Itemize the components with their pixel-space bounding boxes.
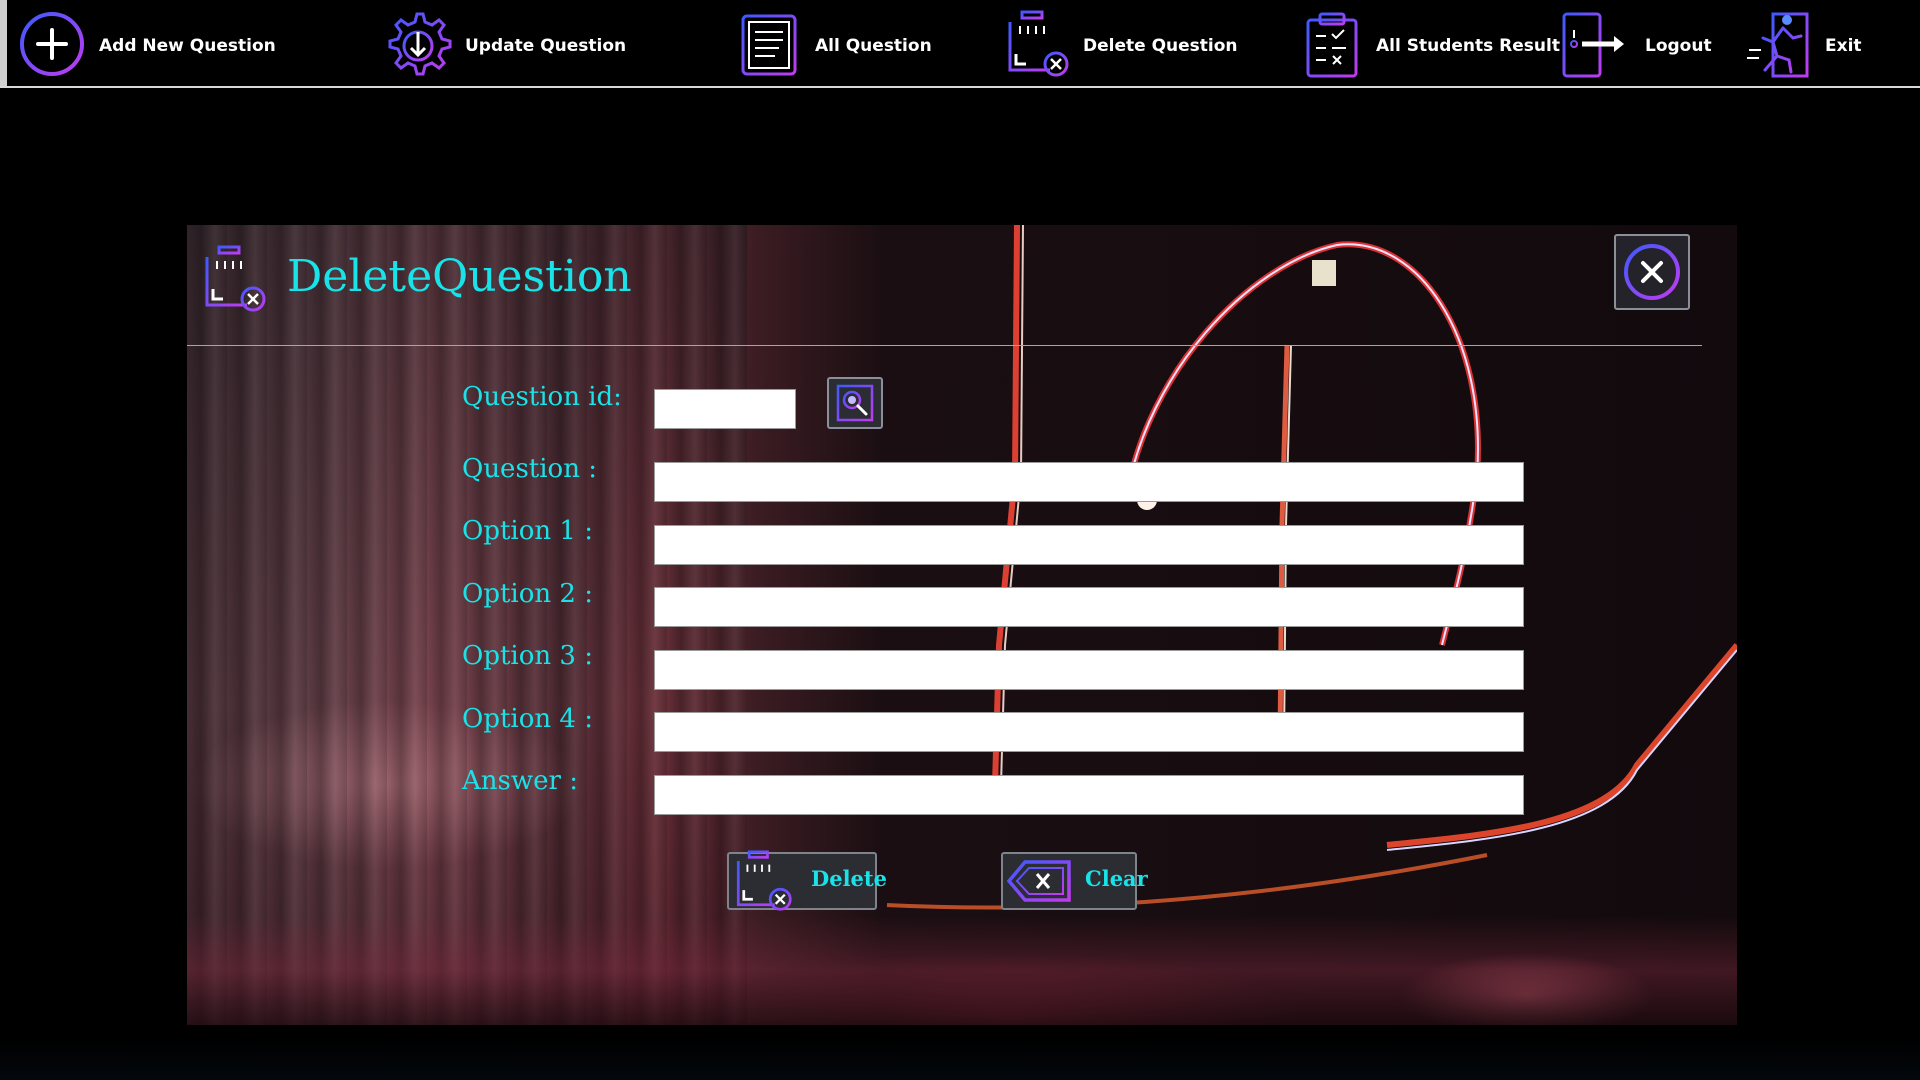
question-label: Question : bbox=[462, 454, 597, 484]
option4-label: Option 4 : bbox=[462, 704, 593, 734]
option4-input[interactable] bbox=[654, 712, 1524, 752]
delete-button-label: Delete bbox=[811, 866, 887, 891]
question-id-label: Question id: bbox=[462, 382, 622, 412]
nav-all-question[interactable]: All Question bbox=[735, 6, 935, 82]
question-input[interactable] bbox=[654, 462, 1524, 502]
gear-download-icon bbox=[388, 12, 452, 76]
top-toolbar: Add New Question Update Question All Que… bbox=[0, 0, 1920, 88]
search-button[interactable] bbox=[827, 377, 883, 429]
clear-button[interactable]: Clear bbox=[1001, 852, 1148, 910]
plus-circle-icon bbox=[20, 12, 84, 76]
close-circle-icon bbox=[1624, 244, 1680, 300]
option3-input[interactable] bbox=[654, 650, 1524, 690]
delete-question-panel: DeleteQuestion Question id: Question : O… bbox=[187, 225, 1737, 1025]
running-exit-icon bbox=[1747, 12, 1809, 78]
delete-button[interactable]: Delete bbox=[727, 850, 887, 911]
answer-input[interactable] bbox=[654, 775, 1524, 815]
nav-delete-question-label: Delete Question bbox=[1083, 36, 1238, 56]
title-divider bbox=[187, 345, 1702, 346]
nav-all-question-label: All Question bbox=[815, 36, 932, 56]
option1-input[interactable] bbox=[654, 525, 1524, 565]
clipboard-checklist-icon bbox=[1306, 12, 1358, 78]
option2-input[interactable] bbox=[654, 587, 1524, 627]
nav-add-new-question-label: Add New Question bbox=[99, 36, 276, 56]
nav-logout-label: Logout bbox=[1645, 36, 1712, 56]
document-list-icon bbox=[741, 14, 797, 76]
panel-title: DeleteQuestion bbox=[287, 251, 632, 302]
nav-delete-question[interactable]: Delete Question bbox=[1002, 6, 1238, 82]
door-exit-arrow-icon bbox=[1562, 12, 1624, 78]
close-button[interactable] bbox=[1614, 234, 1690, 310]
clear-button-label: Clear bbox=[1085, 866, 1148, 891]
option2-label: Option 2 : bbox=[462, 579, 593, 609]
nav-exit-label: Exit bbox=[1825, 36, 1862, 56]
trash-delete-icon bbox=[1006, 10, 1069, 77]
question-id-input[interactable] bbox=[654, 389, 796, 429]
nav-logout[interactable]: Logout bbox=[1558, 6, 1712, 82]
nav-update-question-label: Update Question bbox=[465, 36, 627, 56]
bottom-strip bbox=[0, 1040, 1920, 1080]
nav-exit[interactable]: Exit bbox=[1743, 6, 1883, 82]
title-trash-delete-icon bbox=[203, 245, 266, 312]
nav-add-new-question[interactable]: Add New Question bbox=[18, 6, 276, 82]
search-magnifier-icon bbox=[836, 384, 874, 422]
answer-label: Answer : bbox=[462, 766, 578, 796]
backspace-clear-icon bbox=[1006, 860, 1071, 902]
nav-all-students-result-label: All Students Result bbox=[1376, 36, 1560, 56]
delete-trash-icon bbox=[734, 850, 792, 911]
nav-all-students-result[interactable]: All Students Result bbox=[1302, 6, 1560, 82]
option3-label: Option 3 : bbox=[462, 641, 593, 671]
option1-label: Option 1 : bbox=[462, 516, 593, 546]
nav-update-question[interactable]: Update Question bbox=[384, 6, 634, 82]
